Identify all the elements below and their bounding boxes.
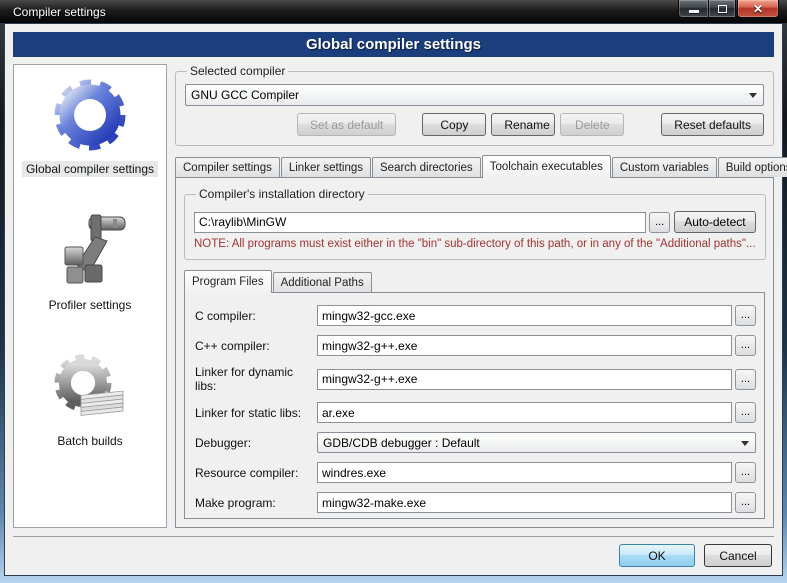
reset-defaults-button[interactable]: Reset defaults	[661, 113, 764, 136]
field-label: C compiler:	[195, 309, 317, 323]
cancel-button[interactable]: Cancel	[704, 544, 772, 567]
field-row-cpp-compiler: C++ compiler: ...	[195, 335, 756, 356]
debugger-select[interactable]: GDB/CDB debugger : Default	[317, 432, 756, 453]
make-program-browse-button[interactable]: ...	[735, 492, 756, 513]
copy-button[interactable]: Copy	[422, 113, 486, 136]
linker-static-browse-button[interactable]: ...	[735, 402, 756, 423]
tab-custom-variables[interactable]: Custom variables	[612, 157, 717, 177]
maximize-icon	[718, 5, 727, 13]
page-title: Global compiler settings	[13, 32, 774, 57]
field-row-c-compiler: C compiler: ...	[195, 305, 756, 326]
cpp-compiler-input[interactable]	[317, 335, 732, 356]
close-button[interactable]: ✕	[737, 0, 779, 18]
sidebar-item-profiler-settings[interactable]: Profiler settings	[45, 207, 136, 313]
c-compiler-browse-button[interactable]: ...	[735, 305, 756, 326]
toolchain-executables-panel: Compiler's installation directory ... Au…	[175, 177, 774, 528]
installation-directory-legend: Compiler's installation directory	[196, 187, 368, 201]
auto-detect-button[interactable]: Auto-detect	[674, 211, 755, 233]
tab-linker-settings[interactable]: Linker settings	[281, 157, 371, 177]
linker-dynamic-browse-button[interactable]: ...	[735, 369, 756, 390]
field-label: Debugger:	[195, 436, 317, 450]
compiler-select[interactable]: GNU GCC Compiler	[185, 84, 764, 106]
program-files-panel: C compiler: ... C++ compiler: ...	[184, 292, 765, 519]
resource-compiler-input[interactable]	[317, 462, 732, 483]
dialog-footer: OK Cancel	[13, 536, 774, 567]
sidebar-item-label: Profiler settings	[45, 297, 136, 313]
cpp-compiler-browse-button[interactable]: ...	[735, 335, 756, 356]
field-label: C++ compiler:	[195, 339, 317, 353]
dialog-body: Global compiler settings	[4, 23, 783, 576]
installation-directory-browse-button[interactable]: ...	[649, 212, 670, 233]
installation-note: NOTE: All programs must exist either in …	[194, 238, 756, 250]
chevron-down-icon	[741, 441, 749, 446]
tab-toolchain-executables[interactable]: Toolchain executables	[482, 155, 611, 178]
tab-additional-paths[interactable]: Additional Paths	[273, 272, 372, 292]
minimize-button[interactable]	[678, 0, 708, 18]
chevron-down-icon	[749, 93, 757, 98]
tab-compiler-settings[interactable]: Compiler settings	[175, 157, 280, 177]
delete-button[interactable]: Delete	[560, 113, 624, 136]
compiler-select-value: GNU GCC Compiler	[191, 88, 299, 102]
window-title: Compiler settings	[0, 5, 106, 19]
settings-category-sidebar: Global compiler settings	[13, 64, 167, 528]
installation-directory-input[interactable]	[194, 212, 646, 233]
field-row-linker-dynamic: Linker for dynamic libs: ...	[195, 365, 756, 393]
sidebar-item-label: Batch builds	[53, 433, 126, 449]
compiler-tabstrip: Compiler settings Linker settings Search…	[175, 154, 774, 177]
sidebar-item-label: Global compiler settings	[22, 161, 158, 177]
program-files-tabstrip: Program Files Additional Paths	[184, 270, 765, 292]
tab-search-directories[interactable]: Search directories	[372, 157, 481, 177]
installation-directory-group: Compiler's installation directory ... Au…	[184, 187, 766, 260]
set-as-default-button[interactable]: Set as default	[297, 113, 396, 136]
field-row-make-program: Make program: ...	[195, 492, 756, 513]
field-row-resource-compiler: Resource compiler: ...	[195, 462, 756, 483]
rename-button[interactable]: Rename	[491, 113, 555, 136]
selected-compiler-legend: Selected compiler	[187, 64, 288, 78]
minimize-icon	[689, 10, 699, 13]
close-icon: ✕	[753, 1, 763, 17]
linker-static-input[interactable]	[317, 402, 732, 423]
tab-program-files[interactable]: Program Files	[184, 270, 272, 293]
linker-dynamic-input[interactable]	[317, 369, 732, 390]
sidebar-item-global-compiler-settings[interactable]: Global compiler settings	[22, 71, 158, 177]
sidebar-item-batch-builds[interactable]: Batch builds	[47, 343, 133, 449]
field-row-debugger: Debugger: GDB/CDB debugger : Default	[195, 432, 756, 453]
titlebar: Compiler settings ✕	[0, 0, 787, 23]
field-row-linker-static: Linker for static libs: ...	[195, 402, 756, 423]
compiler-settings-window: Compiler settings ✕ Global compiler sett…	[0, 0, 787, 583]
field-label: Linker for static libs:	[195, 406, 317, 420]
tab-build-options[interactable]: Build options	[718, 157, 787, 177]
caliper-icon	[47, 207, 133, 293]
maximize-button[interactable]	[708, 0, 736, 18]
field-label: Resource compiler:	[195, 466, 317, 480]
ok-button[interactable]: OK	[619, 544, 695, 567]
field-label: Linker for dynamic libs:	[195, 365, 317, 393]
field-label: Make program:	[195, 496, 317, 510]
debugger-select-value: GDB/CDB debugger : Default	[323, 436, 480, 450]
selected-compiler-group: Selected compiler GNU GCC Compiler Set a…	[175, 64, 774, 146]
gray-gear-stack-icon	[47, 343, 133, 429]
c-compiler-input[interactable]	[317, 305, 732, 326]
make-program-input[interactable]	[317, 492, 732, 513]
resource-compiler-browse-button[interactable]: ...	[735, 462, 756, 483]
blue-gear-icon	[47, 71, 133, 157]
